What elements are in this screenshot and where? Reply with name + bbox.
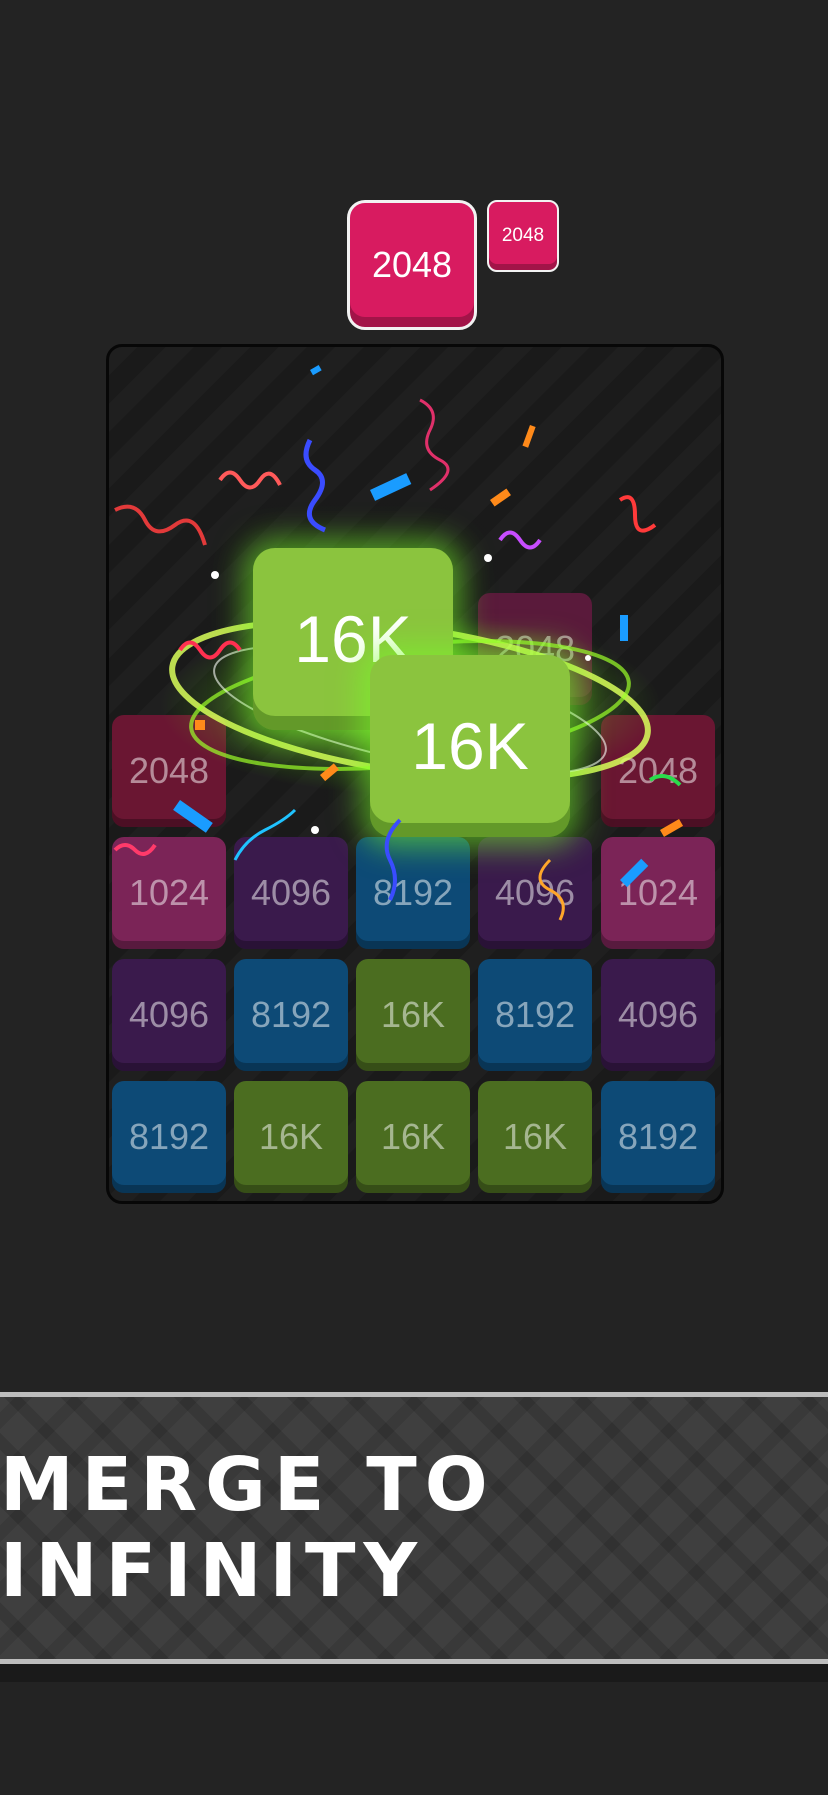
banner-title: MERGE TO INFINITY — [0, 1442, 496, 1614]
bottom-strip — [0, 1664, 828, 1682]
tile[interactable]: 4096 — [234, 837, 348, 949]
tile[interactable]: 8192 — [356, 837, 470, 949]
next-tile-upcoming: 2048 — [487, 200, 559, 272]
tile[interactable]: 8192 — [601, 1081, 715, 1193]
next-tile-current: 2048 — [347, 200, 477, 330]
tile[interactable]: 4096 — [478, 837, 592, 949]
tile[interactable]: 2048 — [601, 715, 715, 827]
tile[interactable]: 2048 — [112, 715, 226, 827]
tile[interactable]: 1024 — [601, 837, 715, 949]
tile[interactable]: 8192 — [478, 959, 592, 1071]
tile[interactable]: 8192 — [234, 959, 348, 1071]
tile[interactable]: 4096 — [112, 959, 226, 1071]
tile[interactable]: 16K — [356, 1081, 470, 1193]
promo-banner: MERGE TO INFINITY — [0, 1392, 828, 1664]
tile[interactable]: 4096 — [601, 959, 715, 1071]
tile[interactable]: 1024 — [112, 837, 226, 949]
merge-tile-16k-bottom: 16K — [370, 655, 570, 837]
tile[interactable]: 16K — [478, 1081, 592, 1193]
tile[interactable]: 8192 — [112, 1081, 226, 1193]
tile[interactable]: 16K — [234, 1081, 348, 1193]
tile[interactable]: 16K — [356, 959, 470, 1071]
